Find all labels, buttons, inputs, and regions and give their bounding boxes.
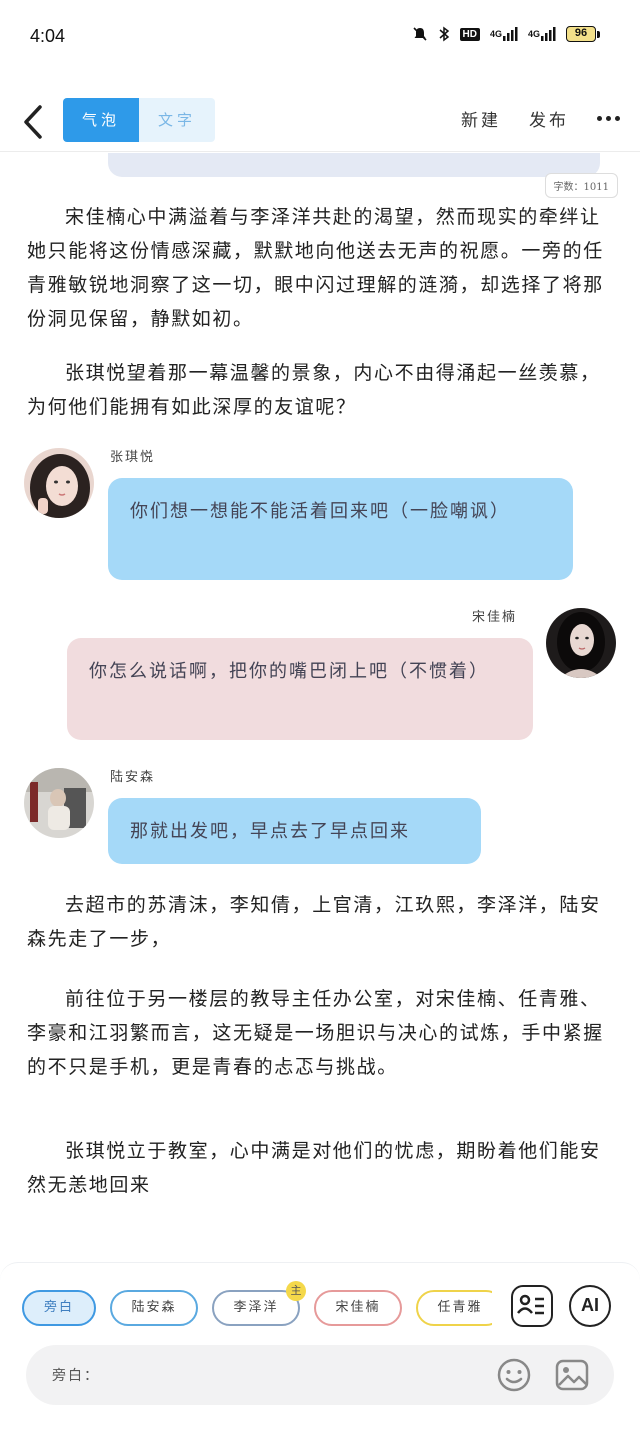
battery-level: 96	[566, 26, 596, 42]
input-role-label: 旁白：	[52, 1368, 100, 1384]
tab-bubble[interactable]: 气泡	[63, 98, 139, 142]
signal-icon: 4G	[490, 27, 518, 41]
hd-badge: HD	[459, 27, 480, 41]
top-actions: 新建 发布	[461, 106, 620, 131]
status-time: 4:04	[30, 26, 66, 46]
message-bubble[interactable]: 那就出发吧，早点去了早点回来	[108, 798, 481, 864]
network-type-label-2: 4G	[527, 29, 540, 39]
avatar-zhang-qiyue[interactable]	[24, 448, 94, 518]
bottom-panel: 旁白 陆安森 李泽洋 宋佳楠 任青雅 主 AI 旁白：	[0, 1262, 640, 1429]
battery-icon: 96	[566, 26, 600, 42]
speaker-name: 宋佳楠	[472, 610, 518, 625]
message-bubble[interactable]: 你怎么说话啊，把你的嘴巴闭上吧（不惯着）	[67, 638, 533, 740]
top-bar: 气泡 文字 新建 发布	[0, 92, 640, 152]
bluetooth-icon	[438, 26, 450, 42]
new-button[interactable]: 新建	[461, 106, 501, 131]
publish-button[interactable]: 发布	[529, 106, 569, 131]
chip-narrator[interactable]: 旁白	[22, 1290, 96, 1326]
emoji-icon[interactable]	[496, 1357, 532, 1393]
input-box: 旁白：	[26, 1345, 614, 1405]
character-chips: 旁白 陆安森 李泽洋 宋佳楠 任青雅	[22, 1288, 492, 1328]
story-paragraph[interactable]: 去超市的苏清沫，李知倩，上官清，江玖熙，李泽洋，陆安森先走了一步，	[27, 888, 609, 956]
mode-tabs: 气泡 文字	[63, 98, 215, 142]
avatar-lu-ansen[interactable]	[24, 768, 94, 838]
previous-bubble-edge	[108, 153, 600, 177]
tab-text[interactable]: 文字	[139, 98, 215, 142]
story-paragraph[interactable]: 张琪悦望着那一幕温馨的景象，内心不由得涌起一丝羡慕，为何他们能拥有如此深厚的友谊…	[27, 356, 609, 424]
ai-button[interactable]: AI	[569, 1285, 611, 1327]
story-paragraph[interactable]: 宋佳楠心中满溢着与李泽洋共赴的渴望，然而现实的牵绊让她只能将这份情感深藏，默默地…	[27, 200, 609, 336]
speaker-name: 陆安森	[110, 770, 156, 785]
status-icons: HD 4G 4G 96	[412, 26, 600, 42]
mute-bell-icon	[412, 26, 428, 42]
character-list-icon[interactable]	[511, 1285, 553, 1327]
speaker-name: 张琪悦	[110, 450, 156, 465]
chip-character[interactable]: 任青雅	[416, 1290, 492, 1326]
image-icon[interactable]	[554, 1357, 590, 1393]
message-input[interactable]	[98, 1359, 478, 1391]
story-paragraph[interactable]: 前往位于另一楼层的教导主任办公室，对宋佳楠、任青雅、李豪和江羽繁而言，这无疑是一…	[27, 982, 609, 1084]
network-type-label: 4G	[489, 29, 502, 39]
avatar-song-jianan[interactable]	[546, 608, 616, 678]
status-bar: 4:04 HD 4G 4G 96	[0, 0, 640, 74]
back-arrow-icon[interactable]	[20, 104, 50, 140]
message-bubble[interactable]: 你们想一想能不能活着回来吧（一脸嘲讽）	[108, 478, 573, 580]
story-paragraph[interactable]: 张琪悦立于教室，心中满是对他们的忧虑，期盼着他们能安然无恙地回来	[27, 1134, 609, 1202]
chip-character[interactable]: 陆安森	[110, 1290, 198, 1326]
main-character-badge: 主	[286, 1281, 306, 1301]
word-count: 字数：1011	[544, 173, 618, 198]
signal-icon-2: 4G	[528, 27, 556, 41]
more-options-icon[interactable]	[597, 109, 620, 129]
chip-character-main[interactable]: 宋佳楠	[314, 1290, 402, 1326]
